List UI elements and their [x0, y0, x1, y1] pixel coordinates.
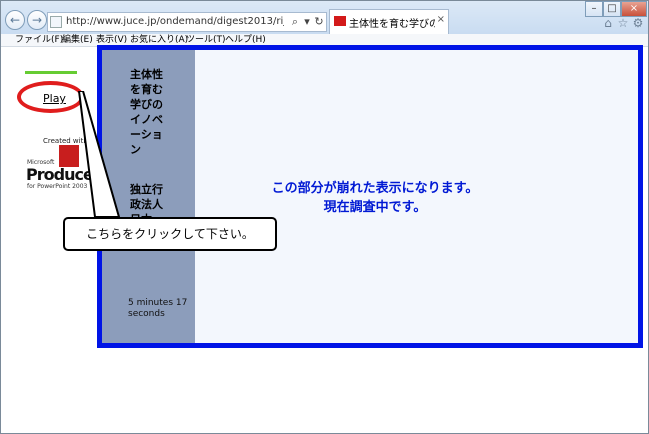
gear-icon[interactable]: ⚙	[631, 16, 645, 30]
page-content: Play Created with Microsoft Producer for…	[1, 45, 648, 433]
notice-line-2: 現在調査中です。	[323, 200, 427, 215]
address-bar[interactable]: http://www.juce.jp/ondemand/digest2013/r…	[47, 12, 327, 32]
title-bar: ← → http://www.juce.jp/ondemand/digest20…	[1, 1, 648, 34]
browser-window: ← → http://www.juce.jp/ondemand/digest20…	[0, 0, 649, 434]
callout-tooltip: こちらをクリックして下さい。	[63, 217, 277, 251]
menu-file[interactable]: ファイル(F)	[15, 34, 63, 46]
forward-button[interactable]: →	[27, 10, 47, 30]
green-divider	[25, 71, 77, 74]
callout-pointer	[77, 91, 121, 218]
refresh-icon[interactable]: ↻	[312, 15, 326, 29]
presentation-title: 主体性を育む学びのイノベーション	[130, 68, 163, 156]
maximize-button[interactable]: □	[603, 1, 621, 17]
tab-favicon-icon	[334, 16, 346, 26]
home-icon[interactable]: ⌂	[601, 16, 615, 30]
notice-line-1: この部分が崩れた表示になります。	[271, 181, 479, 196]
star-icon[interactable]: ☆	[616, 16, 630, 30]
menu-edit[interactable]: 編集(E)	[62, 34, 93, 46]
back-button[interactable]: ←	[5, 10, 25, 30]
page-favicon-icon	[50, 16, 62, 28]
broken-display-notice: この部分が崩れた表示になります。 現在調査中です。	[200, 179, 550, 217]
tab-close-icon[interactable]: ×	[437, 14, 445, 25]
close-button[interactable]: ×	[621, 1, 647, 17]
presentation-frame: 主体性を育む学びのイノベーション 独立行政法人日本学...郎 5 minutes…	[97, 45, 643, 348]
address-text: http://www.juce.jp/ondemand/digest2013/r…	[66, 16, 284, 27]
duration: 5 minutes 17 seconds	[128, 298, 188, 319]
tab-active[interactable]: 主体性を育む学びのイノ... ×	[329, 9, 449, 34]
minimize-button[interactable]: –	[585, 1, 603, 17]
tab-title: 主体性を育む学びのイノ...	[349, 19, 435, 30]
